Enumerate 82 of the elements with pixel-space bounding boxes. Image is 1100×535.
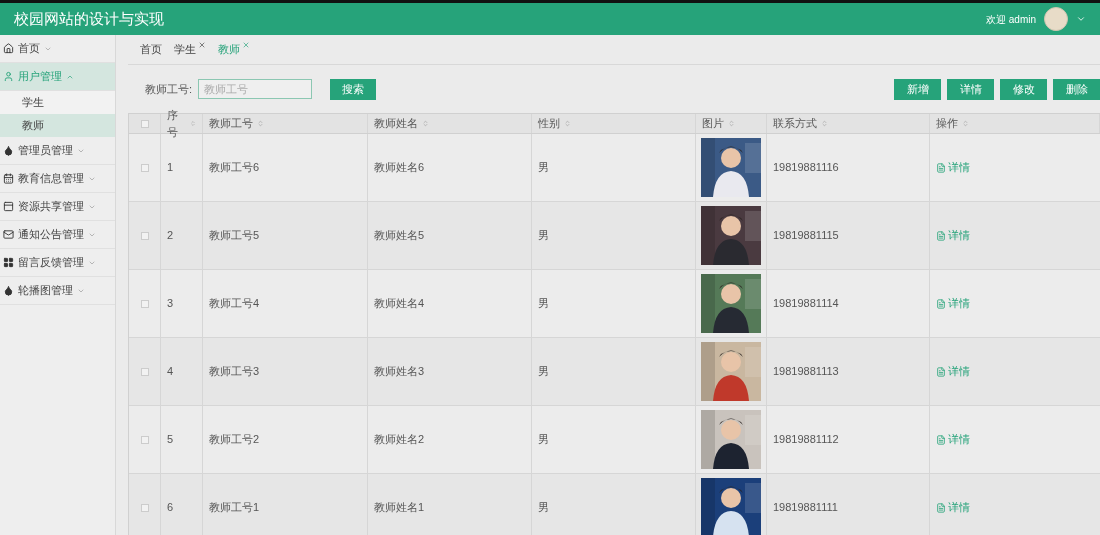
table-cell-text: 6: [167, 500, 174, 516]
tab[interactable]: 学生: [174, 41, 206, 58]
table-cell-text: 2: [167, 228, 174, 244]
table-cell-text: 19819881111: [773, 500, 838, 516]
document-icon: [936, 230, 946, 241]
sort-icon[interactable]: [821, 120, 828, 127]
document-icon: [936, 434, 946, 445]
submenu-item[interactable]: 学生: [0, 91, 115, 114]
sort-icon[interactable]: [564, 120, 571, 127]
site-title: 校园网站的设计与实现: [14, 8, 164, 29]
close-icon[interactable]: [242, 41, 250, 50]
table-cell-text: 教师姓名5: [374, 228, 425, 244]
close-icon[interactable]: [198, 41, 206, 50]
document-icon: [936, 162, 946, 173]
checkbox[interactable]: [140, 119, 149, 128]
table-cell-text: 教师工号2: [209, 432, 260, 448]
column-header[interactable]: 性别: [538, 115, 560, 132]
checkbox[interactable]: [140, 503, 149, 512]
table-cell-text: 男: [538, 160, 549, 176]
column-header[interactable]: 操作: [936, 115, 958, 132]
table-cell-text: 教师姓名3: [374, 364, 425, 380]
column-header[interactable]: 联系方式: [773, 115, 817, 132]
drop-icon: [3, 285, 14, 296]
table-cell-text: 教师姓名4: [374, 296, 425, 312]
table-cell-text: 男: [538, 296, 549, 312]
sort-icon[interactable]: [422, 120, 429, 127]
chevron-down-icon[interactable]: [1076, 14, 1086, 24]
sort-icon[interactable]: [257, 120, 264, 127]
table-cell-text: 4: [167, 364, 174, 380]
table-cell-text: 19819881115: [773, 228, 839, 244]
table-cell-text: 1: [167, 160, 174, 176]
checkbox[interactable]: [140, 163, 149, 172]
table-cell-text: 教师工号1: [209, 500, 260, 516]
column-header[interactable]: 教师工号: [209, 115, 253, 132]
checkbox[interactable]: [140, 367, 149, 376]
table-cell-text: 教师工号6: [209, 160, 260, 176]
avatar[interactable]: [1044, 7, 1068, 31]
menu-item[interactable]: 通知公告管理: [0, 221, 115, 249]
table-cell-text: 男: [538, 500, 549, 516]
search-label: 教师工号:: [145, 81, 193, 97]
column-header[interactable]: 教师姓名: [374, 115, 418, 132]
drop-icon: [3, 145, 14, 156]
checkbox[interactable]: [140, 435, 149, 444]
table-cell-text: 教师工号4: [209, 296, 260, 312]
document-icon: [936, 502, 946, 513]
table-cell-text: 19819881112: [773, 432, 839, 448]
menu-item[interactable]: 教育信息管理: [0, 165, 115, 193]
table-cell-text: 男: [538, 228, 549, 244]
table-cell-text: 3: [167, 296, 174, 312]
table-cell-text: 5: [167, 432, 174, 448]
table-cell-text: 教师姓名6: [374, 160, 425, 176]
menu-item[interactable]: 轮播图管理: [0, 277, 115, 305]
user-icon: [3, 71, 14, 82]
sort-icon[interactable]: [189, 120, 196, 127]
menu-item[interactable]: 管理员管理: [0, 137, 115, 165]
menu-item[interactable]: 留言反馈管理: [0, 249, 115, 277]
calendar-icon: [3, 173, 14, 184]
table-cell-text: 19819881114: [773, 296, 839, 312]
table-cell-text: 19819881116: [773, 160, 839, 176]
submenu-item[interactable]: 教师: [0, 114, 115, 137]
column-header[interactable]: 序号: [167, 107, 186, 140]
panel-icon: [3, 201, 14, 212]
document-icon: [936, 366, 946, 377]
table-cell-text: 19819881113: [773, 364, 839, 380]
table-cell-text: 男: [538, 364, 549, 380]
table-cell-text: 男: [538, 432, 549, 448]
document-icon: [936, 298, 946, 309]
sort-icon[interactable]: [962, 120, 969, 127]
checkbox[interactable]: [140, 299, 149, 308]
table-cell-text: 教师工号3: [209, 364, 260, 380]
menu-item[interactable]: 资源共享管理: [0, 193, 115, 221]
envelope-icon: [3, 229, 14, 240]
tab[interactable]: 首页: [140, 41, 162, 58]
welcome-text: 欢迎 admin: [986, 12, 1036, 27]
house-icon: [3, 43, 14, 54]
table-cell-text: 教师工号5: [209, 228, 260, 244]
sort-icon[interactable]: [728, 120, 735, 127]
grid-icon: [3, 257, 14, 268]
column-header[interactable]: 图片: [702, 115, 724, 132]
table-cell-text: 教师姓名2: [374, 432, 425, 448]
table-cell-text: 教师姓名1: [374, 500, 425, 516]
checkbox[interactable]: [140, 231, 149, 240]
